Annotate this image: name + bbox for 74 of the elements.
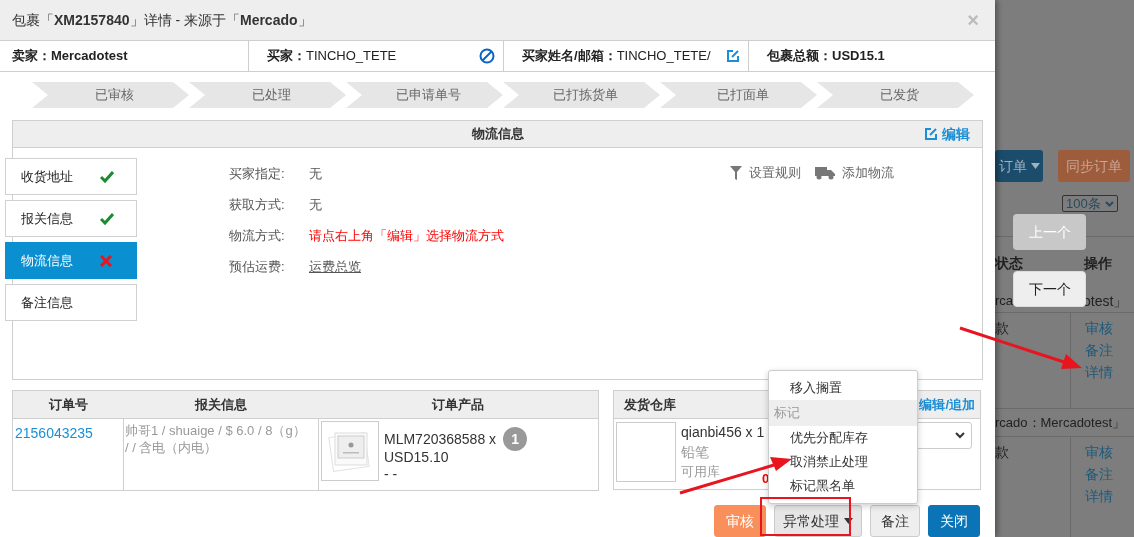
caret-icon	[844, 518, 853, 524]
button[interactable]: 关闭	[928, 505, 980, 537]
side-tab[interactable]: 物流信息	[5, 242, 137, 279]
info-text: 买家：TINCHO_TETE	[267, 47, 397, 66]
column-header: 订单号	[12, 390, 124, 419]
cross-icon	[100, 254, 112, 267]
column-header: 报关信息	[123, 390, 319, 419]
edit-icon[interactable]	[726, 49, 740, 63]
field-label: 买家指定:	[229, 165, 286, 183]
edit-link[interactable]: 编辑/追加	[919, 394, 975, 415]
menu-item[interactable]: 优先分配库存	[769, 426, 917, 450]
item-name: qianbi456 x 1	[681, 423, 766, 442]
button[interactable]: 同步订单	[1058, 150, 1130, 182]
menu-item[interactable]: 移入搁置	[769, 376, 917, 400]
dialog-title: 包裹「XM2157840」详情 - 来源于「Mercado」	[12, 10, 312, 30]
field-value: 请点右上角「编辑」选择物流方式	[309, 227, 504, 245]
status-text: 款	[995, 443, 1009, 462]
menu-item[interactable]: 取消禁止处理	[769, 450, 917, 474]
side-tab[interactable]: 备注信息	[5, 284, 137, 321]
image-placeholder	[616, 422, 676, 482]
item-description: 铅笔	[681, 443, 710, 462]
info-text: 包裹总额：USD15.1	[767, 47, 885, 66]
page-size-select[interactable]: 100条	[1062, 195, 1118, 212]
customs-text: 帅哥1 / shuaige / $ 6.0 / 8（g） / / 含电（内电）	[125, 422, 307, 456]
chevron-down-icon	[1105, 200, 1114, 207]
filter-icon	[730, 166, 742, 180]
button[interactable]: 备注	[870, 505, 920, 537]
chevron-down-icon	[955, 432, 965, 439]
menu-header: 标记	[769, 400, 917, 426]
ban-icon[interactable]	[479, 48, 495, 64]
check-icon	[100, 212, 114, 225]
nav-button[interactable]: 下一个	[1013, 271, 1086, 307]
progress-step: 已发货	[817, 82, 974, 108]
button[interactable]: 异常处理	[774, 505, 862, 537]
order-link[interactable]: 2156043235	[15, 425, 93, 441]
column-header: 操作	[1084, 254, 1112, 273]
menu-item[interactable]: 标记黑名单	[769, 474, 917, 498]
side-tab[interactable]: 报关信息	[5, 200, 137, 237]
link[interactable]: 运费总览	[309, 257, 361, 288]
progress-step: 已打面单	[660, 82, 817, 108]
product-price: USD15.10	[384, 448, 450, 467]
toolbar-link[interactable]: 设置规则	[730, 163, 801, 183]
image-placeholder-icon	[321, 421, 379, 481]
edit-icon	[924, 127, 938, 141]
stock-label: 可用库	[681, 465, 720, 479]
toolbar-link[interactable]: 添加物流	[815, 163, 894, 183]
field-value: 无	[309, 165, 322, 183]
field-label: 预估运费:	[229, 258, 286, 276]
quantity-badge: 1	[503, 427, 528, 451]
button[interactable]: 审核	[714, 505, 766, 537]
button[interactable]: 订单	[995, 150, 1043, 182]
group-text: rca	[995, 292, 1014, 310]
product-note: - -	[384, 467, 399, 481]
caret-icon	[1030, 163, 1040, 169]
product-sku: MLM720368588 x	[384, 429, 497, 449]
panel-title: 发货仓库	[624, 395, 676, 414]
truck-icon	[815, 166, 835, 180]
field-label: 物流方式:	[229, 227, 286, 245]
column-header: 订单产品	[318, 390, 599, 419]
group-text: rcado：Mercadotest」	[995, 414, 1126, 432]
progress-step: 已打拣货单	[503, 82, 660, 108]
field-label: 获取方式:	[229, 196, 286, 214]
progress-step: 已申请单号	[346, 82, 503, 108]
info-text: 卖家：Mercadotest	[12, 47, 128, 66]
progress-step: 已处理	[189, 82, 346, 108]
status-text: 款	[995, 319, 1009, 338]
panel-title: 物流信息	[471, 125, 524, 144]
edit-link[interactable]: 编辑	[924, 123, 970, 145]
column-header: 状态	[995, 254, 1023, 273]
info-text: 买家姓名/邮箱：TINCHO_TETE/	[522, 47, 711, 66]
progress-step: 已审核	[32, 82, 189, 108]
check-icon	[100, 170, 114, 183]
field-value: 无	[309, 196, 322, 214]
side-tab[interactable]: 收货地址	[5, 158, 137, 195]
